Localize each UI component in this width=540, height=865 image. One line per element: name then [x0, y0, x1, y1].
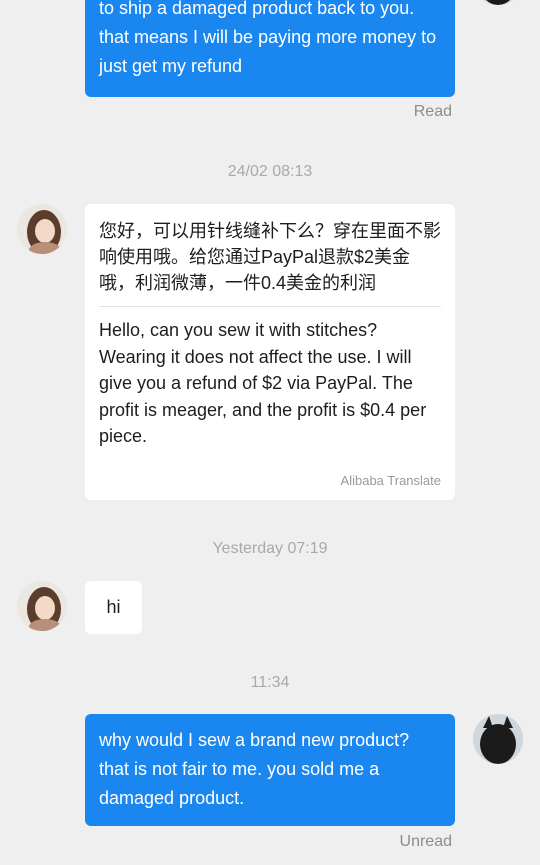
outgoing-message-bubble[interactable]: why would I sew a brand new product? tha… — [85, 714, 455, 826]
original-message-text: 您好，可以用针线缝补下么？穿在里面不影响使用哦。给您通过PayPal退款$2美金… — [99, 221, 441, 293]
buyer-avatar-icon — [473, 0, 523, 5]
seller-avatar[interactable] — [17, 581, 67, 631]
timestamp-separator: 24/02 08:13 — [227, 163, 313, 180]
translated-message-text: Hello, can you sew it with stitches? Wea… — [99, 320, 427, 446]
unread-status: Unread — [399, 833, 452, 850]
translation-attribution: Alibaba Translate — [340, 473, 441, 488]
seller-avatar-icon — [17, 581, 67, 631]
buyer-avatar[interactable] — [473, 0, 523, 5]
message-text: to ship a damaged product back to you. t… — [99, 0, 437, 76]
seller-avatar-icon — [17, 204, 67, 254]
message-text: hi — [106, 597, 121, 617]
read-status: Read — [413, 103, 452, 120]
timestamp-separator: 11:34 — [250, 674, 290, 691]
incoming-message-bubble[interactable]: hi — [85, 581, 142, 634]
message-text: why would I sew a brand new product? tha… — [99, 730, 410, 808]
seller-avatar[interactable] — [17, 204, 67, 254]
buyer-avatar-icon — [473, 714, 523, 764]
chat-conversation: to ship a damaged product back to you. t… — [0, 0, 540, 865]
timestamp-separator: Yesterday 07:19 — [212, 540, 328, 557]
outgoing-message-bubble[interactable]: to ship a damaged product back to you. t… — [85, 0, 455, 97]
incoming-message-bubble[interactable]: 您好，可以用针线缝补下么？穿在里面不影响使用哦。给您通过PayPal退款$2美金… — [85, 204, 455, 500]
buyer-avatar[interactable] — [473, 714, 523, 764]
